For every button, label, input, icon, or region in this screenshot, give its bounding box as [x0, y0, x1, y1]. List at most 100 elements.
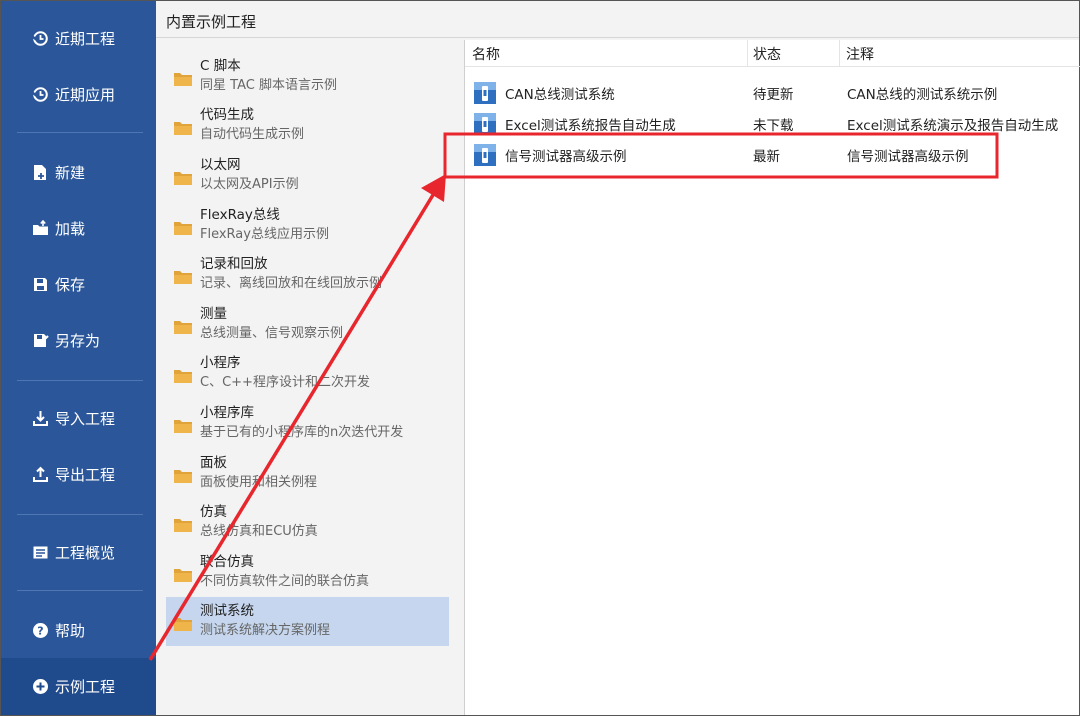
category-item[interactable]: 仿真总线仿真和ECU仿真 [166, 497, 449, 547]
nav-label: 近期应用 [55, 85, 116, 104]
category-title: C 脚本 [200, 57, 241, 74]
category-subtitle: 不同仿真软件之间的联合仿真 [200, 573, 370, 589]
column-header-note[interactable]: 注释 [846, 44, 874, 64]
nav-recent-apps[interactable]: 近期应用 [1, 74, 156, 114]
example-table: 名称 状态 注释 CAN总线测试系统 待更新 CAN总线的测试系统示例 Exce… [464, 40, 1080, 715]
category-title: 测试系统 [200, 603, 254, 620]
category-item[interactable]: C 脚本 同星 TAC 脚本语言示例 [166, 51, 449, 101]
nav-label: 保存 [55, 275, 86, 294]
category-item[interactable]: 测量总线测量、信号观察示例 [166, 299, 449, 349]
sidebar: 近期工程 近期应用 新建 加载 保存 另存为 导入工程 导出工程 工程概览 ? … [1, 1, 156, 715]
nav-label: 导入工程 [55, 409, 116, 428]
category-title: 小程序库 [200, 404, 254, 421]
nav-label: 示例工程 [55, 678, 116, 696]
folder-open-icon [32, 219, 49, 237]
category-subtitle: 总线仿真和ECU仿真 [200, 524, 318, 540]
import-icon [32, 410, 49, 427]
category-subtitle: FlexRay总线应用示例 [200, 226, 329, 242]
folder-icon [174, 72, 192, 86]
category-title: 仿真 [200, 504, 227, 521]
row-name: Excel测试系统报告自动生成 [505, 118, 676, 134]
nav-help[interactable]: ? 帮助 [1, 610, 156, 650]
app-icon [474, 113, 496, 135]
category-item[interactable]: FlexRay总线 FlexRay总线应用示例 [166, 200, 449, 250]
app-icon [474, 82, 496, 104]
category-subtitle: 总线测量、信号观察示例 [200, 325, 344, 341]
export-icon [32, 466, 49, 483]
nav-label: 工程概览 [55, 543, 116, 562]
table-row[interactable]: Excel测试系统报告自动生成 未下载 Excel测试系统演示及报告自动生成 [465, 108, 1080, 139]
app-icon [474, 144, 496, 166]
column-divider[interactable] [839, 40, 840, 67]
nav-label: 新建 [55, 163, 86, 182]
category-item[interactable]: 以太网以太网及API示例 [166, 150, 449, 200]
category-title: 小程序 [200, 355, 241, 372]
column-header-status[interactable]: 状态 [753, 44, 781, 64]
nav-divider [17, 380, 143, 381]
category-item[interactable]: 小程序库基于已有的小程序库的n次迭代开发 [166, 398, 449, 448]
category-subtitle: 基于已有的小程序库的n次迭代开发 [200, 424, 404, 440]
page-title: 内置示例工程 [166, 13, 257, 31]
category-item[interactable]: 联合仿真不同仿真软件之间的联合仿真 [166, 547, 449, 597]
category-title: 联合仿真 [200, 553, 254, 570]
row-note: 信号测试器高级示例 [847, 149, 969, 165]
row-note: CAN总线的测试系统示例 [847, 87, 998, 103]
title-divider [156, 37, 1079, 38]
nav-load[interactable]: 加载 [1, 208, 156, 248]
row-status: 最新 [753, 149, 780, 165]
row-name: 信号测试器高级示例 [505, 149, 627, 165]
nav-label: 导出工程 [55, 465, 116, 484]
folder-icon [174, 271, 192, 285]
column-divider[interactable] [747, 40, 748, 67]
category-subtitle: 测试系统解决方案例程 [200, 623, 331, 639]
folder-icon [174, 618, 192, 632]
category-item[interactable]: 面板面板使用和相关例程 [166, 448, 449, 498]
nav-save[interactable]: 保存 [1, 264, 156, 304]
category-title: 记录和回放 [200, 256, 268, 273]
category-list: C 脚本 同星 TAC 脚本语言示例 代码生成 自动代码生成示例 以太网以太网及AP… [166, 51, 449, 647]
folder-icon [174, 320, 192, 334]
folder-icon [174, 171, 192, 185]
nav-save-as[interactable]: 另存为 [1, 320, 156, 360]
save-icon [32, 276, 49, 293]
nav-label: 另存为 [55, 331, 101, 350]
nav-project-overview[interactable]: 工程概览 [1, 532, 156, 572]
category-subtitle: C、C++程序设计和二次开发 [200, 375, 370, 391]
history-icon [32, 30, 49, 47]
nav-recent-projects[interactable]: 近期工程 [1, 18, 156, 58]
folder-icon [174, 122, 192, 136]
svg-text:?: ? [37, 624, 43, 637]
category-item[interactable]: 代码生成 自动代码生成示例 [166, 101, 449, 151]
folder-icon [174, 469, 192, 483]
category-item[interactable]: 记录和回放 记录、离线回放和在线回放示例 [166, 249, 449, 299]
row-note: Excel测试系统演示及报告自动生成 [847, 118, 1059, 134]
overview-icon [32, 544, 49, 561]
nav-label: 帮助 [55, 621, 86, 640]
category-title: 面板 [200, 454, 227, 471]
nav-export-project[interactable]: 导出工程 [1, 454, 156, 494]
help-icon: ? [32, 622, 49, 639]
nav-divider [17, 590, 143, 591]
nav-divider [17, 132, 143, 133]
add-circle-icon [32, 678, 49, 695]
folder-icon [174, 221, 192, 235]
table-row-highlighted[interactable]: 信号测试器高级示例 最新 信号测试器高级示例 [465, 139, 1080, 170]
table-row[interactable]: CAN总线测试系统 待更新 CAN总线的测试系统示例 [465, 77, 1080, 108]
new-file-icon [32, 164, 49, 181]
category-title: 测量 [200, 305, 227, 322]
nav-label: 加载 [55, 219, 86, 238]
category-subtitle: 以太网及API示例 [200, 176, 299, 192]
nav-import-project[interactable]: 导入工程 [1, 398, 156, 438]
table-header: 名称 状态 注释 [465, 40, 1080, 67]
nav-example-projects[interactable]: 示例工程 [1, 658, 156, 715]
category-item-selected[interactable]: 测试系统测试系统解决方案例程 [166, 596, 449, 647]
category-subtitle: 面板使用和相关例程 [200, 474, 318, 490]
folder-icon [174, 519, 192, 533]
category-item[interactable]: 小程序 C、C++程序设计和二次开发 [166, 349, 449, 399]
column-header-name[interactable]: 名称 [472, 44, 500, 64]
nav-new[interactable]: 新建 [1, 152, 156, 192]
category-title: 以太网 [200, 156, 241, 173]
nav-label: 近期工程 [55, 29, 116, 48]
row-name: CAN总线测试系统 [505, 87, 615, 103]
category-title: FlexRay总线 [200, 206, 280, 223]
